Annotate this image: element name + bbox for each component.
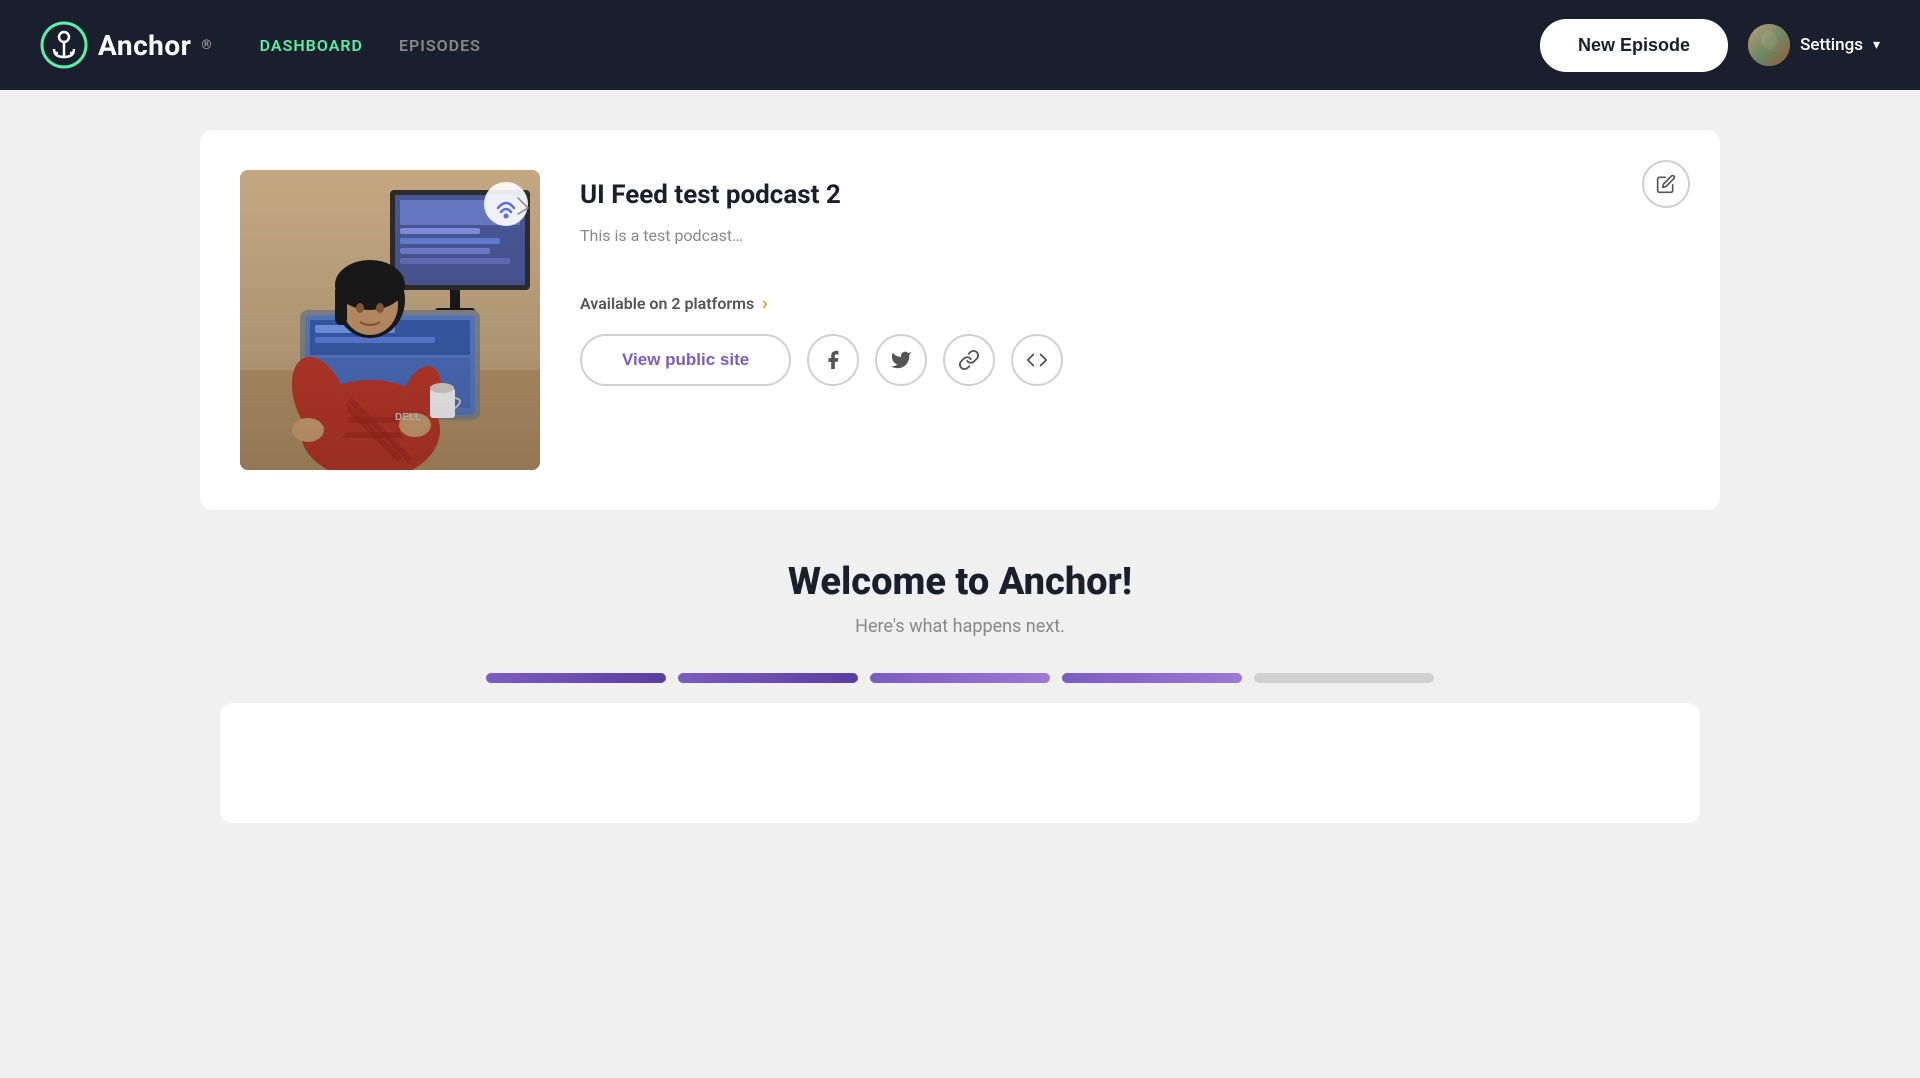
- settings-label: Settings: [1800, 35, 1863, 55]
- link-icon: [958, 349, 980, 371]
- copy-link-button[interactable]: [943, 334, 995, 386]
- nav-links: DASHBOARD EPISODES: [260, 36, 481, 55]
- facebook-icon: [822, 349, 844, 371]
- settings-area[interactable]: Settings ▾: [1748, 24, 1880, 66]
- edit-podcast-button[interactable]: [1642, 160, 1690, 208]
- navbar: Anchor ® DASHBOARD EPISODES New Episode S…: [0, 0, 1920, 90]
- anchor-logo-icon: [40, 21, 88, 69]
- navbar-right: New Episode Settings ▾: [1540, 19, 1880, 72]
- welcome-content-card: [220, 703, 1700, 823]
- settings-avatar: [1748, 24, 1790, 66]
- podcast-info: UI Feed test podcast 2 This is a test po…: [580, 170, 1680, 386]
- view-public-site-button[interactable]: View public site: [580, 334, 791, 386]
- pencil-icon: [1656, 174, 1676, 194]
- twitter-icon: [890, 349, 912, 371]
- nav-link-episodes[interactable]: EPISODES: [399, 36, 481, 55]
- action-row: View public site: [580, 334, 1680, 386]
- chevron-down-icon: ▾: [1873, 37, 1880, 53]
- logo-text: Anchor: [98, 29, 191, 62]
- embed-icon: [1026, 349, 1048, 371]
- welcome-section: Welcome to Anchor! Here's what happens n…: [200, 560, 1720, 863]
- welcome-title: Welcome to Anchor!: [200, 560, 1720, 604]
- progress-step-2[interactable]: [678, 673, 858, 683]
- podcast-description: This is a test podcast…: [580, 226, 1680, 245]
- progress-step-4[interactable]: [1062, 673, 1242, 683]
- welcome-subtitle: Here's what happens next.: [200, 616, 1720, 637]
- nav-link-dashboard[interactable]: DASHBOARD: [260, 36, 363, 55]
- embed-button[interactable]: [1011, 334, 1063, 386]
- logo-registered: ®: [201, 38, 211, 53]
- new-episode-button[interactable]: New Episode: [1540, 19, 1728, 72]
- avatar-image: [1748, 24, 1790, 66]
- navbar-left: Anchor ® DASHBOARD EPISODES: [40, 21, 481, 69]
- podcast-card: DELL UI Feed te: [200, 130, 1720, 510]
- facebook-share-button[interactable]: [807, 334, 859, 386]
- main-content: DELL UI Feed te: [0, 90, 1920, 903]
- logo-area[interactable]: Anchor ®: [40, 21, 212, 69]
- podcast-title: UI Feed test podcast 2: [580, 180, 1680, 210]
- progress-steps: [200, 673, 1720, 683]
- progress-step-3[interactable]: [870, 673, 1050, 683]
- podcast-image: DELL: [240, 170, 540, 470]
- platforms-text: Available on 2 platforms: [580, 294, 754, 313]
- podcast-thumbnail: DELL: [240, 170, 540, 470]
- platforms-arrow-icon: ›: [762, 293, 767, 314]
- platforms-link[interactable]: Available on 2 platforms ›: [580, 293, 1680, 314]
- progress-step-1[interactable]: [486, 673, 666, 683]
- progress-step-5[interactable]: [1254, 673, 1434, 683]
- twitter-share-button[interactable]: [875, 334, 927, 386]
